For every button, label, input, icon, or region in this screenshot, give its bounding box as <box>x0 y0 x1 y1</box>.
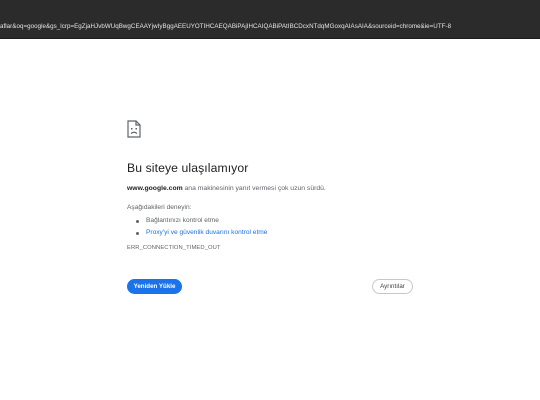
error-code: ERR_CONNECTION_TIMED_OUT <box>127 245 221 251</box>
error-page <box>0 39 540 400</box>
error-host: www.google.com <box>127 185 183 192</box>
details-button[interactable]: Ayrıntılar <box>372 279 413 294</box>
error-title: Bu siteye ulaşılamıyor <box>127 161 249 175</box>
suggestion-link[interactable]: Proxy'yi ve güvenlik duvarını kontrol et… <box>146 229 267 236</box>
sad-page-icon <box>127 120 141 138</box>
suggestion-text: Bağlantınızı kontrol etme <box>146 217 219 224</box>
error-description-text: ana makinesinin yanıt vermesi çok uzun s… <box>182 185 326 192</box>
url-text[interactable]: aflar&oq=google&gs_lcrp=EgZjaHJvbWUqBwgC… <box>0 23 540 30</box>
error-description: www.google.com ana makinesinin yanıt ver… <box>127 185 326 192</box>
reload-button[interactable]: Yeniden Yükle <box>127 279 182 294</box>
suggestions-heading: Aşağıdakileri deneyin: <box>127 204 192 211</box>
address-bar[interactable]: aflar&oq=google&gs_lcrp=EgZjaHJvbWUqBwgC… <box>0 22 540 39</box>
suggestions-list: Bağlantınızı kontrol etme Proxy'yi ve gü… <box>135 215 267 239</box>
page-bottom <box>0 392 540 400</box>
suggestion-check-connection: Bağlantınızı kontrol etme <box>135 215 267 227</box>
suggestion-check-proxy[interactable]: Proxy'yi ve güvenlik duvarını kontrol et… <box>135 227 267 239</box>
